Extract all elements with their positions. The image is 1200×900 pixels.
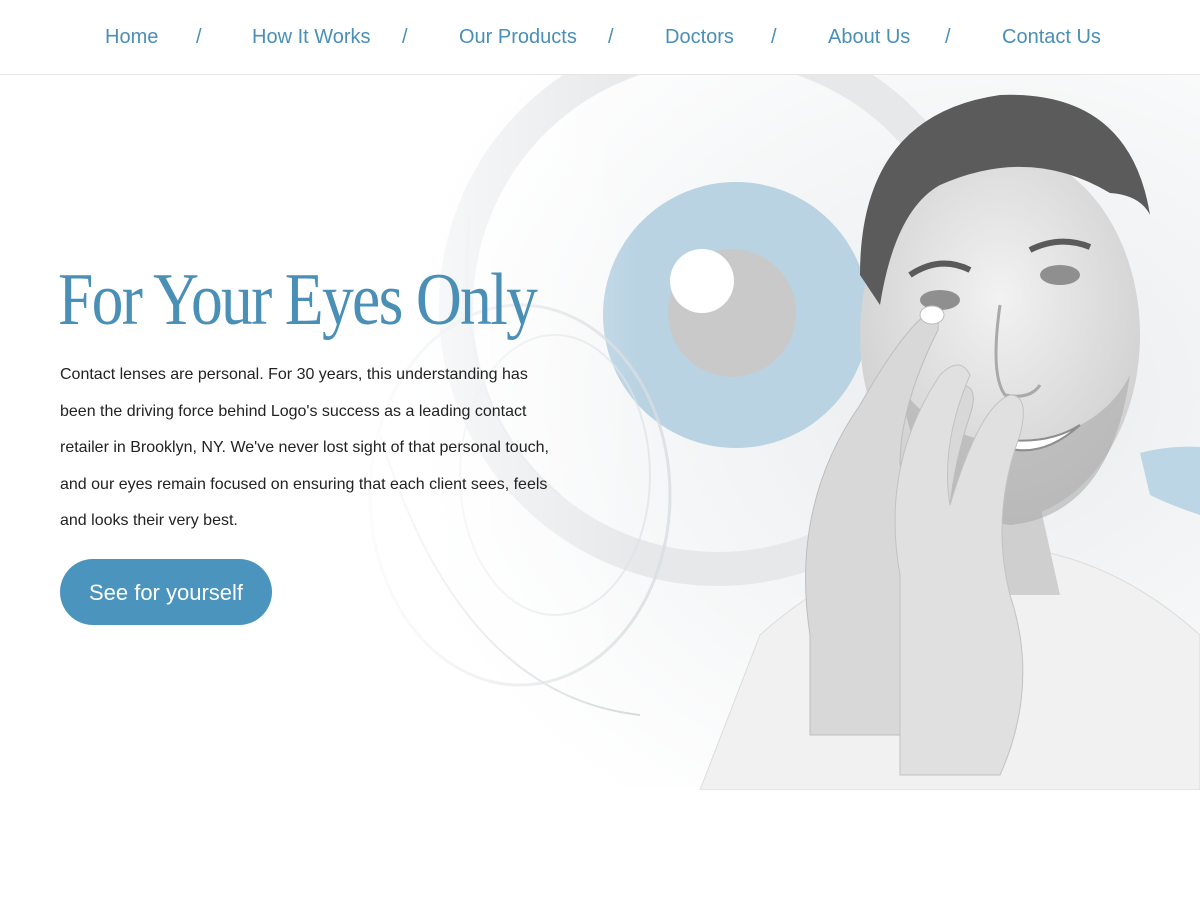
nav-about-us-link[interactable]: About Us [828,24,910,50]
top-navigation: Home / How It Works / Our Products / Doc… [0,0,1200,75]
hero-section: For Your Eyes Only Contact lenses are pe… [0,75,1200,790]
hero-description: Contact lenses are personal. For 30 year… [60,366,549,529]
nav-separator: / [945,26,951,48]
nav-contact-us-link[interactable]: Contact Us [1002,24,1101,50]
nav-separator: / [402,26,408,48]
nav-separator: / [771,26,777,48]
nav-home-link[interactable]: Home [105,24,158,50]
nav-how-it-works-link[interactable]: How It Works [252,24,371,50]
nav-doctors-link[interactable]: Doctors [665,24,734,50]
nav-our-products-link[interactable]: Our Products [459,24,577,50]
nav-separator: / [608,26,614,48]
see-for-yourself-button[interactable]: See for yourself [60,559,272,625]
nav-separator: / [196,26,202,48]
hero-title: For Your Eyes Only [58,259,538,341]
